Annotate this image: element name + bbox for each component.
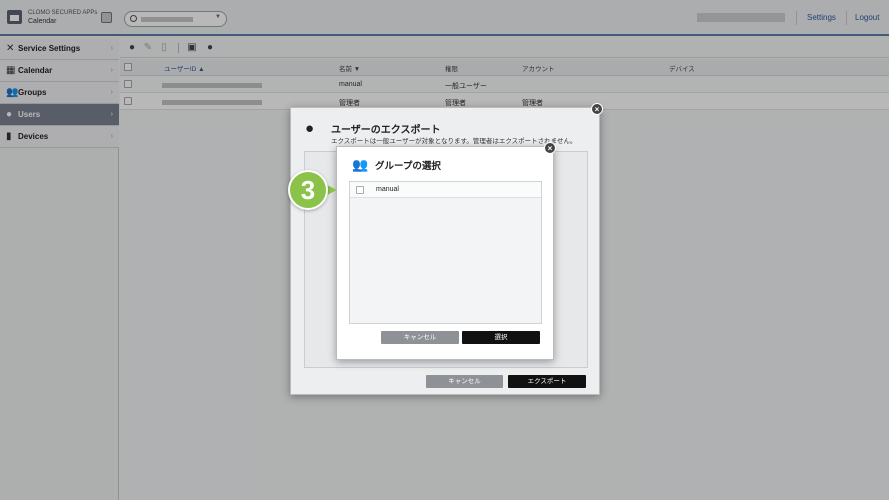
groups-icon: 👥 [352, 157, 369, 172]
step-number: 3 [288, 170, 328, 210]
export-button[interactable]: エクスポート [508, 375, 586, 388]
dialog-title: グループの選択 [375, 161, 441, 172]
dialog-description: エクスポートは一般ユーザーが対象となります。管理者はエクスポートされません。 [331, 138, 577, 145]
export-user-icon: ● [305, 120, 315, 137]
close-icon[interactable]: × [544, 142, 556, 154]
group-name: manual [376, 186, 399, 193]
group-select-dialog: × 👥 グループの選択 manual キャンセル 選択 [336, 142, 556, 360]
group-list: manual [349, 181, 542, 324]
list-item[interactable]: manual [350, 182, 541, 198]
group-checkbox[interactable] [356, 186, 364, 194]
app-window: CLOMO SECURED APPs Calendar ▼ Settings L… [0, 0, 889, 500]
dialog-title: ユーザーのエクスポート [331, 125, 441, 136]
step-marker: 3 [288, 170, 337, 210]
select-button[interactable]: 選択 [462, 331, 540, 344]
close-icon[interactable]: × [591, 103, 603, 115]
cancel-button[interactable]: キャンセル [426, 375, 503, 388]
cancel-button[interactable]: キャンセル [381, 331, 459, 344]
